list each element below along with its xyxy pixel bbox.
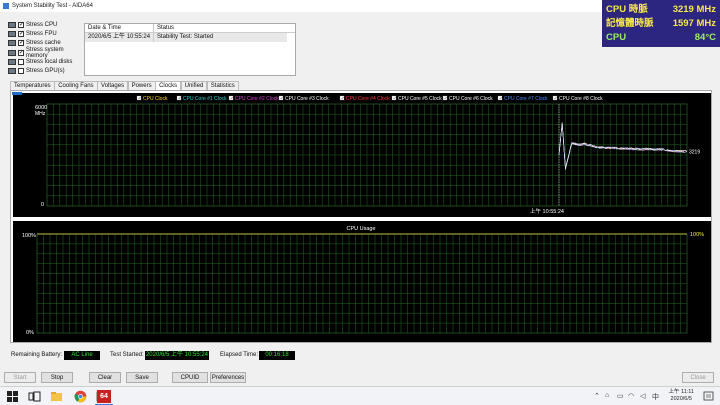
clock-y-bottom-label: 0 — [41, 202, 44, 208]
stress-gpu-checkbox[interactable] — [18, 68, 24, 75]
cpuid-button[interactable]: CPUID — [172, 372, 208, 383]
legend-check-mark: ✓ — [138, 96, 141, 101]
aida64-app-icon — [3, 3, 9, 9]
status-log-table: Date & Time Status 2020/6/5 上午 10:55:24 … — [84, 23, 296, 76]
osd-cpu-temp: CPU 84°C — [606, 32, 716, 43]
start-button[interactable]: Start — [4, 372, 36, 383]
test-status-bar: Remaining Battery: AC Line Test Started:… — [0, 348, 720, 362]
chart-tabs: Temperatures Cooling Fans Voltages Power… — [10, 81, 239, 90]
battery-icon[interactable]: ▭ — [617, 392, 624, 400]
windows-start-icon[interactable] — [6, 390, 19, 403]
side-indicator — [12, 92, 22, 95]
stress-cache-checkbox[interactable]: ✓ — [18, 40, 24, 47]
usage-chart-grid — [36, 233, 688, 334]
table-row[interactable]: 2020/6/5 上午 10:55:24 Stability Test: Sta… — [85, 33, 287, 42]
legend-check-mark: ✓ — [341, 96, 344, 101]
stress-gpu-option[interactable]: Stress GPU(s) — [8, 66, 86, 75]
tab-temperatures[interactable]: Temperatures — [10, 81, 55, 90]
legend-label: CPU Core #3 Clock — [285, 96, 329, 102]
stop-button[interactable]: Stop — [41, 372, 73, 383]
test-started-value: 2020/6/5 上午 10:55:24 — [145, 351, 209, 360]
notification-icon[interactable] — [702, 390, 715, 403]
legend-label: CPU Core #7 Clock — [504, 96, 548, 102]
column-status[interactable]: Status — [154, 24, 295, 32]
chrome-icon[interactable] — [74, 390, 87, 403]
legend-check-mark: ✓ — [178, 96, 181, 101]
preferences-button[interactable]: Preferences — [210, 372, 246, 383]
legend-label: CPU Core #5 Clock — [398, 96, 442, 102]
usage-chart-title: CPU Usage — [346, 226, 375, 232]
usage-y-bottom-label: 0% — [26, 330, 34, 336]
tab-unified[interactable]: Unified — [180, 81, 208, 90]
legend-label: CPU Core #1 Clock — [183, 96, 227, 102]
stress-fpu-checkbox[interactable]: ✓ — [18, 30, 24, 37]
clock-y-unit-label: MHz — [35, 111, 46, 117]
usage-y-top-label: 100% — [22, 233, 36, 239]
status-table-header: Date & Time Status — [85, 24, 295, 33]
tab-voltages[interactable]: Voltages — [97, 81, 129, 90]
tab-statistics[interactable]: Statistics — [206, 81, 239, 90]
stress-disks-checkbox[interactable] — [18, 58, 24, 65]
close-button[interactable]: Close — [682, 372, 714, 383]
clock-chart-legend: ✓ CPU Clock ✓ CPU Core #1 Clock ✓ CPU Core #2… — [136, 96, 603, 102]
gpu-icon — [8, 68, 16, 75]
legend-label: CPU Core #8 Clock — [559, 96, 603, 102]
disk-icon — [8, 58, 16, 65]
aida64-taskbar-icon[interactable]: 64 — [97, 390, 111, 403]
task-view-icon[interactable] — [28, 390, 41, 403]
cache-chip-icon — [8, 40, 16, 47]
elapsed-time-value: 00:16:18 — [259, 351, 295, 360]
legend-check-mark: ✓ — [280, 96, 283, 101]
legend-check-mark: ✓ — [554, 96, 557, 101]
legend-check-mark: ✓ — [393, 96, 396, 101]
clear-button[interactable]: Clear — [89, 372, 121, 383]
osd-cpu-clock: CPU 時脈 3219 MHz — [606, 4, 716, 15]
legend-label: CPU Core #6 Clock — [449, 96, 493, 102]
legend-label: CPU Core #4 Clock — [346, 96, 390, 102]
file-explorer-icon[interactable] — [50, 390, 63, 403]
ime-icon[interactable]: 中 — [652, 392, 659, 402]
osd-memory-clock: 記憶體時脈 1597 MHz — [606, 18, 716, 29]
wifi-icon[interactable]: ◠ — [628, 392, 634, 400]
stress-memory-checkbox[interactable]: ✓ — [17, 49, 24, 56]
legend-check-mark: ✓ — [444, 96, 447, 101]
clock-marker-time-label: 上午 10:55:24 — [530, 207, 564, 215]
window-title: System Stability Test - AIDA64 — [12, 3, 93, 9]
system-clock[interactable]: 上午 11:11 2020/6/5 — [669, 389, 694, 403]
tab-cooling-fans[interactable]: Cooling Fans — [54, 81, 98, 90]
elapsed-time-label: Elapsed Time: — [220, 352, 259, 358]
stress-fpu-option[interactable]: ✓ Stress FPU — [8, 29, 86, 38]
save-button[interactable]: Save — [126, 372, 158, 383]
chevron-up-icon[interactable]: ⌃ — [594, 392, 600, 400]
cpu-chip-icon — [8, 21, 16, 28]
fpu-chip-icon — [8, 30, 16, 37]
legend-label: CPU Core #2 Clock — [235, 96, 279, 102]
test-started-label: Test Started: — [110, 352, 144, 358]
legend-check-mark: ✓ — [230, 96, 233, 101]
column-date-time[interactable]: Date & Time — [85, 24, 154, 32]
usage-current-value-label: 100% — [690, 232, 704, 238]
network-icon[interactable]: ⌂ — [605, 392, 609, 399]
battery-label: Remaining Battery: — [11, 352, 63, 358]
legend-check-mark: ✓ — [499, 96, 502, 101]
clock-current-value-label: 3219 — [689, 149, 700, 155]
osd-overlay: CPU 時脈 3219 MHz 記憶體時脈 1597 MHz CPU 84°C — [602, 0, 720, 47]
action-buttons: Start Stop Clear Save CPUID Preferences … — [0, 372, 720, 384]
tab-powers[interactable]: Powers — [127, 81, 156, 90]
charts-panel: ✓ CPU Clock ✓ CPU Core #1 Clock ✓ CPU Core #2… — [10, 90, 712, 343]
stress-cpu-option[interactable]: ✓ Stress CPU — [8, 20, 86, 29]
legend-label: CPU Clock — [143, 96, 168, 102]
stress-cpu-checkbox[interactable]: ✓ — [18, 21, 24, 28]
stress-disks-option[interactable]: Stress local disks — [8, 57, 86, 66]
battery-value: AC Line — [64, 351, 100, 360]
stress-options: ✓ Stress CPU ✓ Stress FPU ✓ Stress cache… — [8, 20, 86, 76]
stress-memory-option[interactable]: ✓ Stress system memory — [8, 47, 86, 59]
memory-module-icon — [8, 49, 16, 56]
clock-chart-grid — [46, 103, 688, 207]
volume-icon[interactable]: ◁ — [640, 392, 645, 400]
tab-clocks[interactable]: Clocks — [155, 81, 182, 90]
charts-svg: ✓ CPU Clock ✓ CPU Core #1 Clock ✓ CPU Core #2… — [13, 93, 711, 342]
windows-taskbar: 64 ⌃ ⌂ ▭ ◠ ◁ 中 上午 11:11 2020/6/5 — [0, 386, 720, 405]
